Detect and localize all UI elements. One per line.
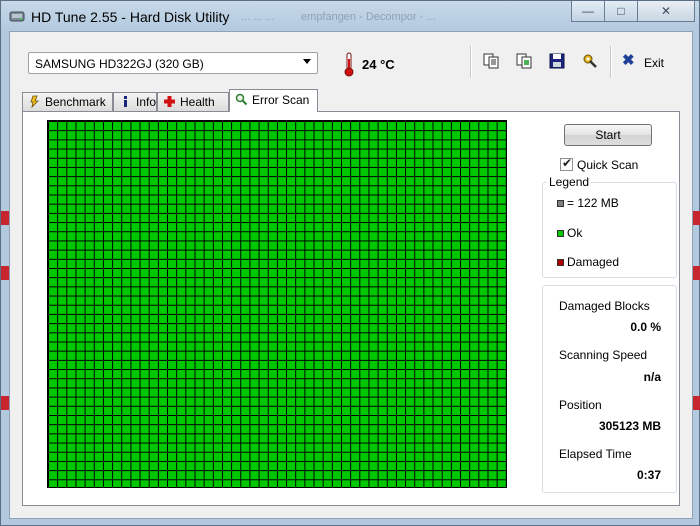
background-window-edge — [1, 396, 9, 410]
chevron-down-icon — [303, 59, 311, 64]
tab-label: Error Scan — [252, 93, 310, 107]
legend-swatch-green — [557, 230, 564, 237]
background-window-edge — [693, 211, 700, 225]
drive-select-value: SAMSUNG HD322GJ (320 GB) — [35, 57, 204, 71]
copy-screenshot-icon[interactable] — [515, 52, 533, 70]
toolbar-separator — [610, 46, 612, 78]
elapsed-time-value: 0:37 — [636, 468, 661, 482]
stats-group — [542, 285, 677, 493]
app-window: HD Tune 2.55 - Hard Disk Utility ... ...… — [0, 0, 700, 526]
health-icon — [164, 96, 175, 107]
tab-health[interactable]: Health — [157, 92, 229, 111]
start-button[interactable]: Start — [564, 124, 652, 146]
toolbar-separator — [470, 46, 472, 78]
close-icon: ✕ — [660, 4, 672, 18]
maximize-icon: □ — [617, 4, 625, 18]
legend-swatch-gray — [557, 200, 564, 207]
background-window-title: ... ... ... — [241, 11, 275, 23]
magnifier-icon — [235, 93, 248, 106]
drive-select[interactable]: SAMSUNG HD322GJ (320 GB) — [28, 52, 318, 74]
tab-error-scan[interactable]: Error Scan — [229, 89, 318, 112]
options-icon[interactable] — [581, 52, 599, 70]
legend-label: = 122 MB — [567, 196, 619, 210]
temperature-value: 24 °C — [362, 57, 395, 72]
tab-info[interactable]: Info — [113, 92, 157, 111]
copy-info-icon[interactable] — [482, 52, 500, 70]
quick-scan-checkbox[interactable]: ✔ — [560, 156, 573, 171]
benchmark-icon — [30, 95, 39, 108]
quick-scan-label[interactable]: Quick Scan — [577, 158, 638, 172]
background-window-edge — [693, 396, 700, 410]
position-label: Position — [559, 398, 602, 412]
tab-label: Health — [180, 95, 215, 109]
maximize-button[interactable]: □ — [604, 1, 638, 22]
elapsed-time-label: Elapsed Time — [559, 447, 632, 461]
title-bar[interactable]: HD Tune 2.55 - Hard Disk Utility ... ...… — [1, 1, 699, 31]
tab-label: Benchmark — [45, 95, 106, 109]
thermometer-icon — [344, 52, 354, 77]
save-icon[interactable] — [548, 52, 566, 70]
legend-label: Ok — [567, 226, 583, 240]
hard-disk-icon — [9, 11, 25, 22]
scan-block-map — [47, 120, 507, 488]
background-window-edge — [1, 266, 9, 280]
background-window-edge — [1, 211, 9, 225]
close-window-button[interactable]: ✕ — [637, 1, 695, 22]
tab-benchmark[interactable]: Benchmark — [22, 92, 113, 111]
checkmark-icon: ✔ — [562, 156, 573, 170]
window-title: HD Tune 2.55 - Hard Disk Utility — [31, 9, 230, 25]
error-scan-panel: Start ✔ Quick Scan Legend = 122 MB Ok Da… — [22, 111, 680, 506]
position-value: 305123 MB — [598, 419, 661, 433]
damaged-blocks-value: 0.0 % — [630, 320, 661, 334]
scanning-speed-label: Scanning Speed — [559, 348, 648, 362]
scanning-speed-value: n/a — [643, 370, 661, 384]
minimize-button[interactable]: — — [571, 1, 605, 22]
damaged-blocks-label: Damaged Blocks — [559, 299, 650, 313]
exit-icon[interactable]: ✖ — [622, 53, 635, 69]
background-window-title: empfangen - Decompor - ... — [301, 11, 436, 23]
background-window-edge — [693, 266, 700, 280]
legend-swatch-red — [557, 259, 564, 266]
legend-title: Legend — [547, 175, 592, 189]
info-icon — [124, 96, 127, 107]
client-area: SAMSUNG HD322GJ (320 GB) 24 °C ✖ Exit Be… — [9, 31, 693, 519]
legend-label: Damaged — [567, 255, 620, 269]
tab-label: Info — [136, 95, 157, 109]
minimize-icon: — — [582, 4, 594, 18]
exit-button[interactable]: Exit — [644, 56, 664, 70]
